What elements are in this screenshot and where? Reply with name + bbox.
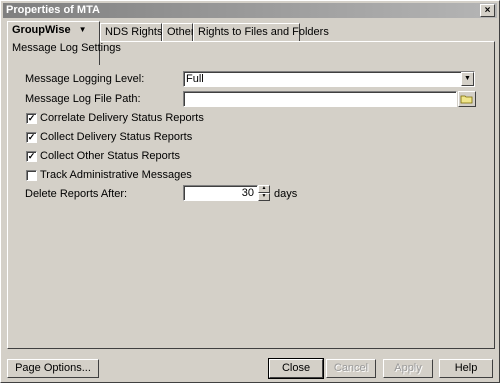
tab-other-label: Other [167,26,195,38]
tab-groupwise[interactable]: GroupWise ▼ Message Log Settings [7,21,121,65]
tab-nds-rights[interactable]: NDS Rights▼ [100,23,174,41]
close-button[interactable]: Close [268,358,324,379]
help-button[interactable]: Help [439,359,493,378]
tab-sub-label[interactable]: Message Log Settings [12,40,121,56]
tab-nds-rights-label: NDS Rights [105,26,163,38]
title-bar[interactable]: Properties of MTA × [3,3,497,18]
tab-rights-label: Rights to Files and Folders [198,26,329,38]
tab-groupwise-label: GroupWise [12,24,71,36]
apply-button[interactable]: Apply [383,359,433,378]
tab-other[interactable]: Other [162,23,195,41]
window-title: Properties of MTA [6,4,100,16]
tab-rights-to-files[interactable]: Rights to Files and Folders [193,23,329,41]
page-options-button[interactable]: Page Options... [7,359,99,378]
chevron-down-icon[interactable]: ▼ [79,25,87,34]
properties-window: Properties of MTA × GroupWise ▼ Message L… [0,0,500,383]
cancel-button[interactable]: Cancel [326,359,376,378]
window-close-button[interactable]: × [480,4,495,17]
settings-panel [7,41,495,349]
